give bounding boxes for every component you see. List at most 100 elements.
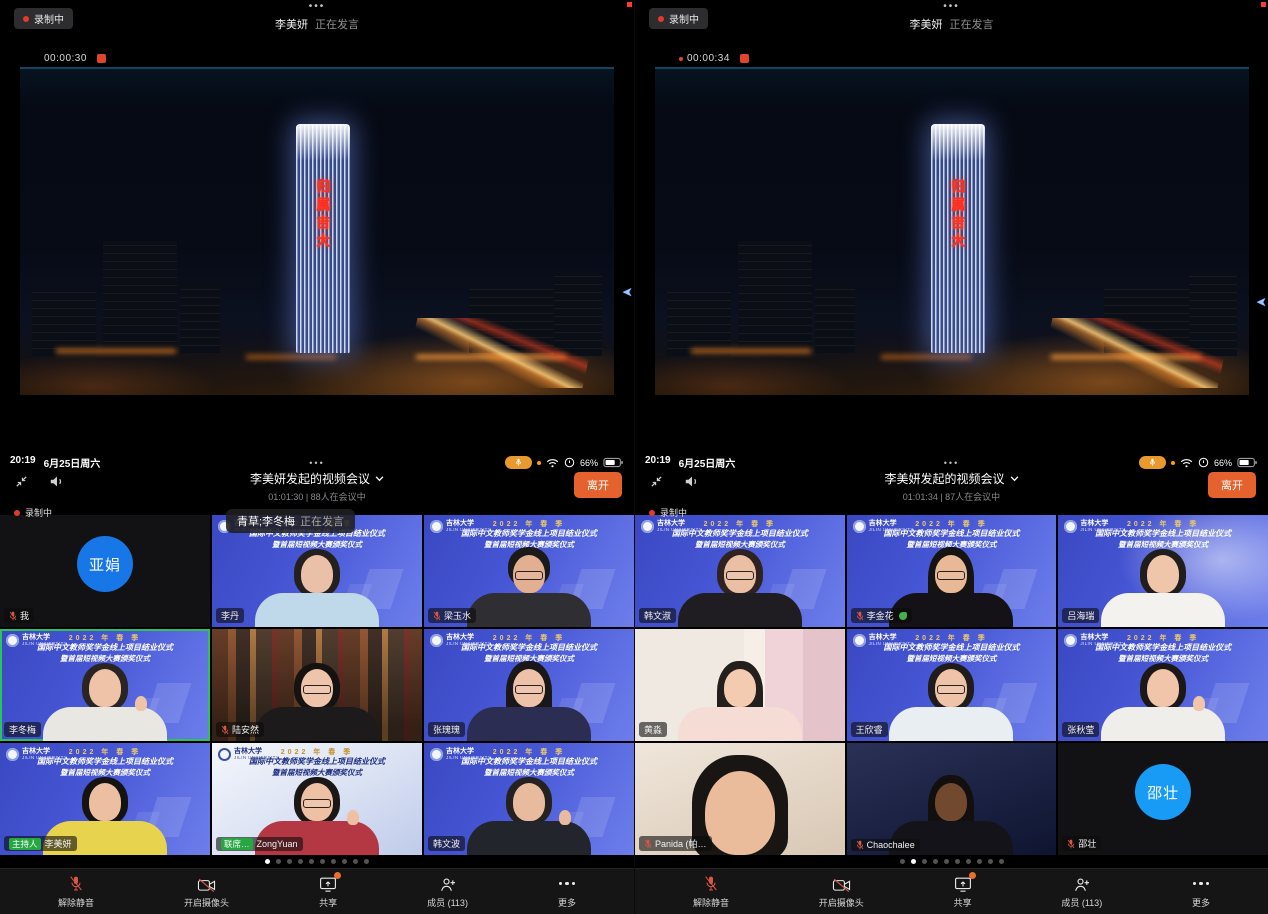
shared-video-stage[interactable]: 归属吉大 xyxy=(655,67,1249,395)
members-icon xyxy=(439,876,457,893)
traffic-light-trail xyxy=(403,318,598,388)
video-tile[interactable]: 黄淼 xyxy=(635,629,845,741)
page-indicator[interactable] xyxy=(0,859,634,864)
timer-value: 00:00:34 xyxy=(687,53,730,64)
record-indicator-dot xyxy=(1261,2,1266,7)
members-button[interactable]: 成员 (113) xyxy=(1061,875,1102,909)
avatar: 亚娟 xyxy=(77,536,133,592)
menu-dots-icon[interactable]: ••• xyxy=(635,1,1268,12)
participant-nameplate: 张秋莹 xyxy=(1062,722,1099,737)
cursor-icon: ➤ xyxy=(622,284,633,300)
participant-name: 张瑰瑰 xyxy=(433,723,460,736)
traffic-light-trail xyxy=(1038,318,1233,388)
video-tile[interactable]: 吉林大学JILIN UNIVERSITY 2022 年 春 季国际中文教师奖学金… xyxy=(424,515,634,627)
camera-on-button[interactable]: 开启摄像头 xyxy=(184,875,229,909)
video-tile[interactable]: 吉林大学JILIN UNIVERSITY 2022 年 春 季国际中文教师奖学金… xyxy=(424,629,634,741)
leave-button[interactable]: 离开 xyxy=(1208,472,1256,498)
camera-on-button[interactable]: 开启摄像头 xyxy=(819,875,864,909)
screen-recording-right: 录制中 ••• 李美妍 正在发言 00:00:34 归属吉大 ➤ xyxy=(634,0,1268,914)
participant-nameplate: Panida (帕… xyxy=(639,836,712,851)
page-indicator[interactable] xyxy=(635,859,1268,864)
tool-label: 成员 (113) xyxy=(427,896,468,909)
participant-nameplate: 黄淼 xyxy=(639,722,667,737)
more-button[interactable]: 更多 xyxy=(1192,875,1210,909)
lit-tower: 归属吉大 xyxy=(931,124,985,352)
video-tile[interactable]: 吉林大学JILIN UNIVERSITY 2022 年 春 季国际中文教师奖学金… xyxy=(0,629,210,741)
lit-tower: 归属吉大 xyxy=(296,124,350,352)
unmute-button[interactable]: 解除静音 xyxy=(693,875,729,909)
video-tile[interactable]: 吉林大学JILIN UNIVERSITY 2022 年 春 季国际中文教师奖学金… xyxy=(1058,629,1268,741)
members-icon xyxy=(1073,876,1091,893)
tower-light-text: 归属吉大 xyxy=(313,179,333,251)
share-screen-icon xyxy=(954,876,972,893)
share-button[interactable]: 共享 xyxy=(954,875,972,909)
page-dot xyxy=(265,859,270,864)
mic-muted-icon xyxy=(68,875,84,893)
participant-name: Chaochalee xyxy=(867,840,915,850)
mic-muted-icon xyxy=(703,875,719,893)
city-lights xyxy=(691,349,811,353)
mic-muted-icon xyxy=(856,611,864,621)
meeting-title-block[interactable]: 李美妍发起的视频会议 01:01:34 | 87人在会议中 xyxy=(635,470,1268,503)
building-silhouette xyxy=(32,290,96,356)
video-tile[interactable]: 吉林大学JILIN UNIVERSITY 2022 年 春 季国际中文教师奖学金… xyxy=(424,743,634,855)
orientation-lock-icon xyxy=(564,457,575,468)
grid-recording-indicator: 录制中 xyxy=(649,506,687,519)
participant-name: 李金花 xyxy=(867,609,894,622)
participant-name: ZongYuan xyxy=(257,839,298,849)
video-tile[interactable]: Chaochalee xyxy=(847,743,1057,855)
stop-recording-button[interactable] xyxy=(97,54,106,63)
page-dot xyxy=(922,859,927,864)
mic-active-pill-icon xyxy=(1139,456,1166,469)
share-button[interactable]: 共享 xyxy=(319,875,337,909)
toast-status: 正在发言 xyxy=(300,513,344,529)
menu-dots-icon[interactable]: ••• xyxy=(0,1,634,12)
page-dot xyxy=(342,859,347,864)
participant-name: 邵壮 xyxy=(1078,837,1096,850)
video-tile[interactable]: 陆安然 xyxy=(212,629,422,741)
tool-label: 解除静音 xyxy=(58,896,94,909)
meeting-title-block[interactable]: 李美妍发起的视频会议 01:01:30 | 88人在会议中 xyxy=(0,470,634,503)
participant-grid: 录制中 青草;李冬梅 正在发言 亚娟 我 吉林大学JILIN xyxy=(0,503,634,868)
participant-name: 李冬梅 xyxy=(9,723,36,736)
record-dot-icon xyxy=(679,57,683,61)
notification-dot xyxy=(334,872,341,879)
leave-button[interactable]: 离开 xyxy=(574,472,622,498)
video-tile[interactable]: Panida (帕… xyxy=(635,743,845,855)
video-tile[interactable]: 邵壮 邵壮 xyxy=(1058,743,1268,855)
stop-recording-button[interactable] xyxy=(740,54,749,63)
more-button[interactable]: 更多 xyxy=(558,875,576,909)
speaker-status: 正在发言 xyxy=(315,19,359,31)
participant-nameplate: 邵壮 xyxy=(1062,836,1101,851)
video-tile[interactable]: 吉林大学JILIN UNIVERSITY 2022 年 春 季国际中文教师奖学金… xyxy=(847,515,1057,627)
video-tile[interactable]: 吉林大学JILIN UNIVERSITY 2022 年 春 季国际中文教师奖学金… xyxy=(1058,515,1268,627)
speaker-banner: 李美妍 正在发言 xyxy=(0,16,634,32)
shared-video-stage[interactable]: 归属吉大 xyxy=(20,67,614,395)
building-silhouette xyxy=(815,283,855,353)
cursor-icon: ➤ xyxy=(1256,294,1267,310)
notification-dot xyxy=(969,872,976,879)
video-tile[interactable]: 吉林大学JILIN UNIVERSITY 2022 年 春 季国际中文教师奖学金… xyxy=(847,629,1057,741)
video-tile[interactable]: 吉林大学JILIN UNIVERSITY 2022 年 春 季国际中文教师奖学金… xyxy=(0,743,210,855)
participant-nameplate: 李冬梅 xyxy=(4,722,41,737)
participant-name: 陆安然 xyxy=(232,723,259,736)
page-dot xyxy=(900,859,905,864)
members-button[interactable]: 成员 (113) xyxy=(427,875,468,909)
participant-name: 李丹 xyxy=(221,609,239,622)
page-dot xyxy=(988,859,993,864)
speaker-name: 李美妍 xyxy=(909,19,942,31)
record-dot-icon xyxy=(14,510,20,516)
building-silhouette xyxy=(103,241,177,349)
video-tile[interactable]: 吉林大学JILIN UNIVERSITY 2022 年 春 季国际中文教师奖学金… xyxy=(635,515,845,627)
meeting-title: 李美妍发起的视频会议 xyxy=(884,470,1004,487)
participant-nameplate: 韩文淑 xyxy=(639,608,676,623)
video-tile[interactable]: 吉林大学JILIN UNIVERSITY 2022 年 春 季国际中文教师奖学金… xyxy=(212,743,422,855)
page-dot xyxy=(287,859,292,864)
page-dot xyxy=(353,859,358,864)
status-dot-icon xyxy=(537,461,541,465)
participant-nameplate: 韩文波 xyxy=(428,836,465,851)
page-dot xyxy=(320,859,325,864)
unmute-button[interactable]: 解除静音 xyxy=(58,875,94,909)
participant-nameplate: 我 xyxy=(4,608,34,623)
video-tile[interactable]: 亚娟 我 xyxy=(0,515,210,627)
